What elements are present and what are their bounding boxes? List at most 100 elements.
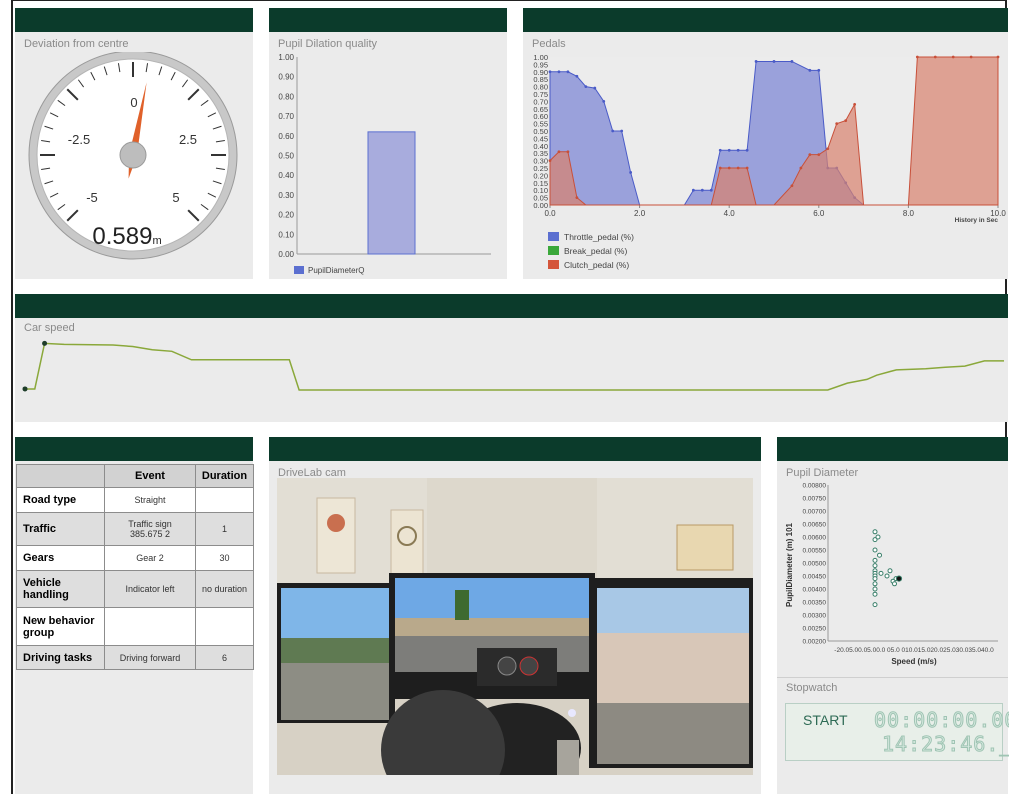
pedal-point — [853, 102, 857, 106]
stopwatch-start-button[interactable]: START — [803, 712, 848, 728]
y-tick-label: 0.90 — [278, 73, 294, 82]
y-tick-label: 0.70 — [278, 112, 294, 121]
pedal-point — [745, 166, 749, 170]
x-tick-label: 8.0 — [903, 209, 915, 218]
row-label: Traffic — [16, 512, 105, 546]
pedals-panel: Pedals 0.00 0.05 0.10 0.15 0.20 0.25 0.30 0.35 0… — [523, 8, 1008, 279]
row-event: Gear 2 — [104, 545, 196, 571]
pedal-point — [835, 122, 839, 125]
drivelab-camera-feed — [277, 478, 753, 775]
scatter-point — [872, 547, 878, 553]
pedal-point — [575, 74, 579, 78]
legend-swatch — [548, 246, 559, 255]
y-tick-label: 0.00 — [278, 250, 294, 259]
pedal-point — [575, 196, 579, 200]
deviation-gauge: -5 -2.5 0 2.5 5 0.589m — [28, 52, 238, 260]
gauge-tick-label: 5 — [172, 190, 179, 205]
y-tick-label: 0.20 — [278, 211, 294, 220]
panel-title: Pedals — [532, 38, 566, 50]
pedal-point — [584, 85, 588, 88]
speed-point — [42, 340, 48, 346]
row-label: New behavior group — [16, 607, 105, 646]
gauge-tick-label: 2.5 — [179, 132, 197, 147]
pedal-point — [754, 60, 758, 63]
panel-title: Pupil Diameter — [786, 467, 859, 479]
legend-label: Clutch_pedal (%) — [564, 260, 629, 270]
row-event: Traffic sign 385.675 2 — [104, 512, 196, 546]
pedal-point — [700, 188, 704, 192]
legend-swatch — [548, 232, 559, 241]
row-event: Straight — [104, 487, 196, 513]
y-tick-label: 0.50 — [278, 152, 294, 161]
y-tick-label: 1.00 — [533, 53, 548, 62]
y-tick-label: 1.00 — [278, 53, 294, 62]
scatter-point — [892, 581, 897, 587]
scatter-point — [872, 591, 878, 597]
pedal-point — [718, 166, 722, 170]
stopwatch-elapsed: 00:00:00.000 — [874, 708, 1009, 733]
pedal-point — [611, 129, 615, 133]
pedal-point — [736, 148, 740, 152]
pedal-point — [727, 166, 731, 170]
pedal-point — [745, 148, 749, 152]
stopwatch-divider — [777, 677, 1008, 678]
y-tick-label: 0.00650 — [803, 522, 827, 529]
scatter-point — [884, 573, 890, 579]
scatter-point — [872, 529, 878, 535]
pedal-point — [772, 60, 776, 63]
y-tick-label: 0.60 — [278, 132, 294, 141]
row-event: Indicator left — [104, 570, 196, 608]
event-table: Event Duration Road type Straight Traffi… — [16, 464, 254, 670]
pedal-point — [620, 129, 624, 133]
table-row[interactable]: Gears Gear 2 30 — [16, 545, 254, 571]
y-tick-label: 0.00500 — [803, 561, 827, 568]
pedal-point — [727, 148, 731, 152]
y-tick-label: 0.00300 — [803, 613, 827, 620]
y-tick-label: 0.40 — [278, 171, 294, 180]
scatter-point — [872, 557, 878, 563]
scatter-point — [872, 581, 878, 587]
pedal-point — [933, 55, 937, 59]
scatter-point — [872, 576, 878, 582]
panel-header — [269, 8, 507, 32]
pedal-point — [799, 166, 803, 170]
pedal-point — [548, 70, 552, 74]
scatter-point — [875, 534, 881, 540]
panel-header — [15, 437, 253, 461]
table-row[interactable]: Road type Straight — [16, 487, 254, 513]
table-row[interactable]: Vehicle handling Indicator left no durat… — [16, 570, 254, 608]
table-header: Event — [104, 464, 196, 488]
legend-label: Break_pedal (%) — [564, 246, 627, 256]
table-row[interactable]: Traffic Traffic sign 385.675 2 1 — [16, 512, 254, 546]
x-tick-label: 2.0 — [634, 209, 646, 218]
stopwatch-clock: 14:23:46.___ — [882, 732, 1009, 757]
bar — [367, 131, 416, 255]
y-tick-label: 0.00350 — [803, 600, 827, 607]
gauge-reading: 0.589m — [92, 223, 161, 250]
stopwatch: START 00:00:00.000 14:23:46.___ — [785, 703, 1009, 761]
row-label: Driving tasks — [16, 645, 105, 670]
pedals-chart: 0.000.050.100.150.200.250.300.350.400.45… — [533, 53, 1006, 270]
scatter-point — [895, 575, 903, 582]
row-event — [104, 607, 196, 646]
deviation-panel: Deviation from centre -5 -2.5 0 2.5 5 0.… — [15, 8, 253, 279]
pedal-point — [817, 153, 821, 157]
panel-header — [777, 437, 1008, 461]
x-tick-label: 0.0 — [544, 209, 556, 218]
panel-header — [15, 294, 1008, 318]
pedal-point — [844, 119, 848, 123]
y-tick-label: 0.00750 — [803, 496, 827, 503]
row-event: Driving forward — [104, 645, 196, 670]
scatter-point — [877, 552, 882, 558]
pedal-point — [969, 55, 973, 59]
camera-image — [277, 478, 753, 775]
scatter-point — [872, 602, 878, 608]
speed-line — [25, 342, 1004, 391]
row-label: Road type — [16, 487, 105, 513]
y-tick-label: 0.00700 — [803, 509, 827, 516]
row-label: Gears — [16, 545, 105, 571]
pedal-point — [566, 70, 570, 74]
x-axis-label: Speed (m/s) — [891, 657, 937, 666]
table-row[interactable]: Driving tasks Driving forward 6 — [16, 645, 254, 670]
table-row[interactable]: New behavior group — [16, 607, 254, 646]
